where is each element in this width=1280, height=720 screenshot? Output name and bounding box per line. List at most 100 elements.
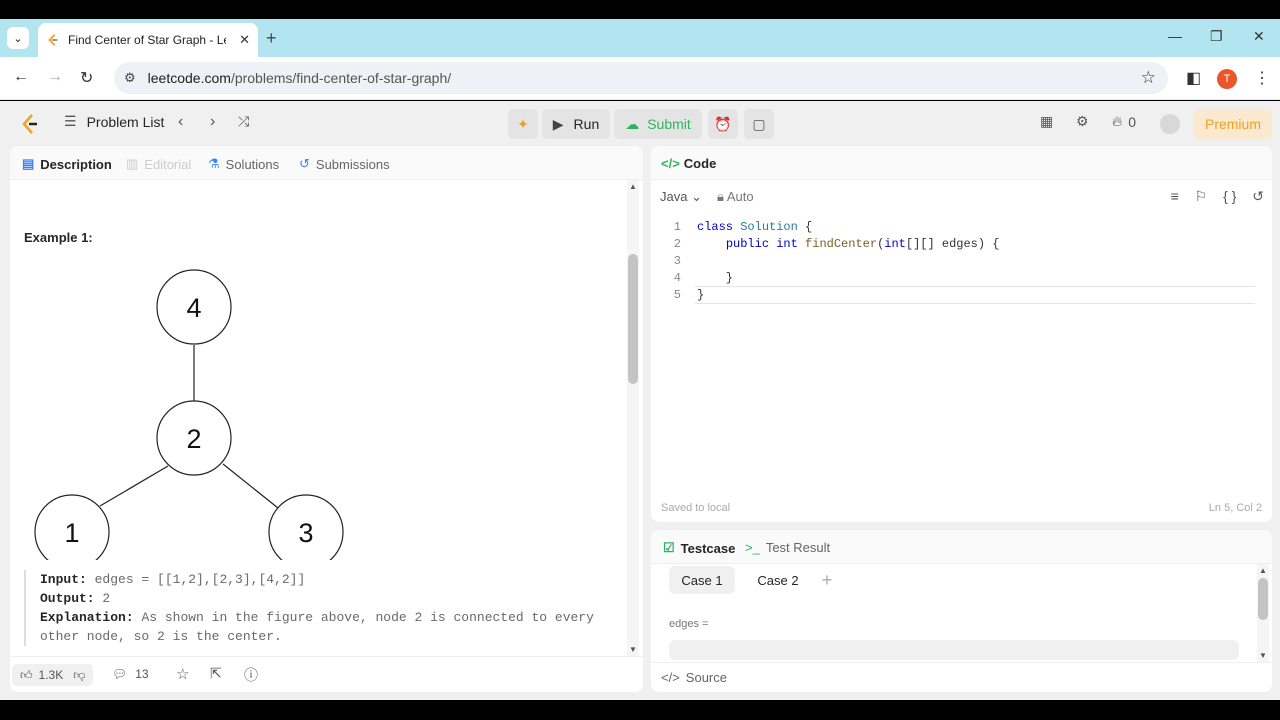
code-line-2: public int findCenter(int[][] edges) { (725, 237, 1000, 251)
user-avatar[interactable] (1160, 114, 1180, 134)
bookmark-icon[interactable]: ⚐ (1195, 188, 1208, 204)
next-problem-icon[interactable]: › (210, 113, 215, 131)
node-4-label: 4 (186, 293, 201, 323)
help-icon[interactable]: ⓘ (244, 665, 258, 685)
source-button[interactable]: </> Source (661, 670, 727, 685)
back-icon[interactable]: ← (13, 68, 29, 86)
format-icon[interactable]: ≡ (1171, 188, 1179, 204)
browser-menu-icon[interactable]: ⋮ (1254, 68, 1270, 88)
restore-icon[interactable]: ❐ (1210, 28, 1223, 45)
cursor-position: Ln 5, Col 2 (1208, 502, 1262, 514)
tab-testcase[interactable]: ☑ Testcase (663, 540, 735, 556)
explanation-line: Explanation: As shown in the figure abov… (40, 608, 624, 627)
code-panel-header: </> Code (651, 146, 1272, 180)
description-scroll-thumb[interactable] (628, 254, 638, 384)
favorite-star-icon[interactable]: ☆ (176, 665, 189, 683)
prev-problem-icon[interactable]: ‹ (178, 113, 183, 131)
site-info-icon[interactable]: ⚙ (124, 70, 136, 86)
streak-counter[interactable]: 🔥︎ 0 (1112, 113, 1136, 130)
tab-solutions[interactable]: ⚗ Solutions (208, 156, 279, 172)
output-line: Output: 2 (40, 589, 624, 608)
premium-button[interactable]: Premium (1194, 109, 1272, 139)
profile-avatar[interactable]: T (1217, 69, 1237, 89)
tab-solutions-label: Solutions (225, 156, 280, 172)
side-panel-icon[interactable]: ◧ (1186, 68, 1201, 88)
braces-icon[interactable]: { } (1223, 188, 1236, 204)
debug-icon[interactable]: ✦ (508, 109, 538, 139)
example-io-block: Input: edges = [[1,2],[2,3],[4,2]] Outpu… (24, 570, 624, 646)
comments-button[interactable]: 💬︎ 13 (112, 667, 149, 681)
scroll-down-icon[interactable]: ▼ (1259, 651, 1267, 660)
code-brackets-icon: </> (661, 156, 680, 171)
tab-editorial-label: Editorial (144, 156, 192, 172)
submit-button[interactable]: ☁ Submit (614, 109, 702, 139)
edges-label: edges = (669, 618, 709, 630)
code-editor[interactable]: 1 2 3 4 5 class Solution { public int fi… (651, 216, 1272, 476)
explanation-line-2: other node, so 2 is the center. (40, 627, 624, 646)
leetcode-logo-icon[interactable] (20, 113, 40, 135)
reset-icon[interactable]: ↺ (1252, 188, 1264, 204)
tab-code[interactable]: </> Code (661, 156, 716, 171)
minimize-icon[interactable]: — (1168, 28, 1182, 44)
testcase-scroll-thumb[interactable] (1258, 578, 1268, 620)
browser-tab[interactable]: Find Center of Star Graph - Lee ✕ (38, 23, 258, 57)
input-value: edges = [[1,2],[2,3],[4,2]] (94, 572, 306, 587)
description-scrollbar[interactable]: ▲ ▼ (627, 180, 639, 656)
node-1-label: 1 (64, 518, 79, 548)
output-value: 2 (102, 591, 111, 606)
input-line: Input: edges = [[1,2],[2,3],[4,2]] (40, 570, 624, 589)
code-line-4: } (697, 271, 734, 285)
tab-close-icon[interactable]: ✕ (239, 32, 250, 48)
reload-icon[interactable]: ↻ (80, 68, 93, 88)
streak-count: 0 (1128, 113, 1137, 130)
tab-submissions-label: Submissions (315, 156, 390, 172)
edge-2-3 (222, 463, 279, 509)
letterbox-top (0, 0, 1280, 19)
layout-icon[interactable]: ▦ (1040, 113, 1053, 130)
add-case-icon[interactable]: + (815, 566, 839, 594)
run-button[interactable]: ▶ Run (542, 109, 610, 139)
description-footer: 👍︎ 1.3K 👎︎ 💬︎ 13 ☆ ⇱ ⓘ (10, 656, 643, 692)
scroll-down-icon[interactable]: ▼ (629, 645, 637, 654)
code-tools: ≡ ⚐ { } ↺ (1171, 188, 1264, 205)
language-select[interactable]: Java ⌄ (660, 189, 702, 205)
tab-test-result[interactable]: >_ Test Result (745, 540, 830, 555)
edges-input[interactable] (669, 640, 1239, 660)
document-icon: ▤ (22, 156, 35, 171)
line-number: 1 (673, 220, 681, 234)
node-2-label: 2 (186, 424, 201, 454)
window-close-icon[interactable]: ✕ (1253, 28, 1265, 45)
book-icon: ▥ (126, 156, 139, 171)
tab-search-icon[interactable]: ⌄ (7, 27, 29, 49)
share-icon[interactable]: ⇱ (210, 665, 222, 682)
notes-icon[interactable]: ▢ (744, 109, 774, 139)
thumbs-down-icon[interactable]: 👎︎ (73, 668, 85, 683)
play-icon: ▶ (552, 115, 564, 132)
shuffle-icon[interactable]: ⤮ (238, 113, 249, 130)
alarm-icon[interactable]: ⏰ (708, 109, 738, 139)
bookmark-star-icon[interactable]: ☆ (1141, 68, 1156, 88)
explanation-label: Explanation: (40, 610, 134, 625)
tab-testcase-label: Testcase (680, 540, 736, 556)
address-bar[interactable]: ⚙ leetcode.com/problems/find-center-of-s… (114, 62, 1168, 94)
history-icon: ↺ (299, 156, 310, 171)
tab-description-label: Description (40, 156, 112, 172)
case-1-button[interactable]: Case 1 (669, 566, 735, 594)
new-tab-icon[interactable]: + (266, 28, 277, 49)
like-button[interactable]: 👍︎ 1.3K 👎︎ (12, 664, 94, 686)
case-2-button[interactable]: Case 2 (745, 566, 811, 594)
scroll-up-icon[interactable]: ▲ (629, 182, 637, 191)
output-label: Output: (40, 591, 95, 606)
problem-list-link[interactable]: ☰ Problem List (64, 113, 164, 130)
auto-mode[interactable]: 🔒︎ Auto (717, 189, 754, 205)
tab-description[interactable]: ▤ Description (22, 156, 112, 172)
settings-icon[interactable]: ⚙ (1076, 113, 1089, 130)
forward-icon[interactable]: → (47, 68, 63, 86)
tab-editorial[interactable]: ▥ Editorial (126, 156, 191, 172)
scroll-up-icon[interactable]: ▲ (1259, 566, 1267, 575)
tab-test-result-label: Test Result (765, 540, 831, 555)
tab-submissions[interactable]: ↺ Submissions (299, 156, 390, 172)
testcase-scrollbar[interactable]: ▲ ▼ (1257, 564, 1269, 662)
browser-tab-title: Find Center of Star Graph - Lee (68, 33, 226, 47)
lock-icon: 🔒︎ (717, 189, 724, 204)
